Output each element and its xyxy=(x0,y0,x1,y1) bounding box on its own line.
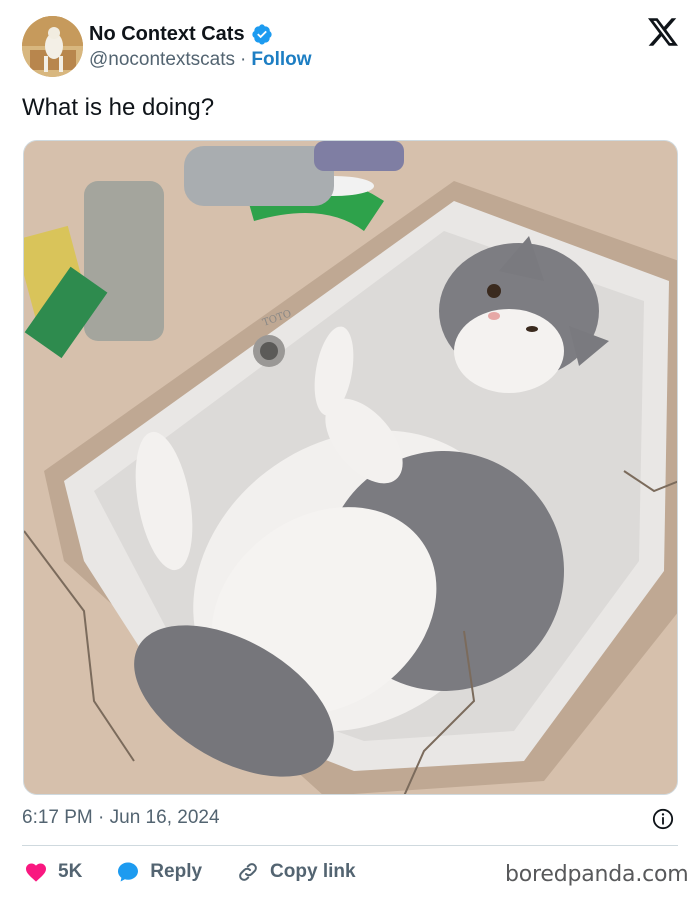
tweet-card: No Context Cats @nocontextscats · Follow… xyxy=(0,0,700,898)
reply-bubble-icon xyxy=(118,862,139,882)
author-name-row: No Context Cats xyxy=(89,22,273,46)
verified-badge-icon xyxy=(251,24,272,45)
avatar[interactable] xyxy=(22,16,83,77)
handle-separator: · xyxy=(240,49,247,70)
reply-button[interactable]: Reply xyxy=(116,860,202,884)
divider xyxy=(22,845,678,846)
link-icon xyxy=(239,863,257,881)
info-icon[interactable] xyxy=(652,808,674,830)
heart-icon xyxy=(26,863,46,882)
follow-button[interactable]: Follow xyxy=(251,49,311,71)
tweet-text: What is he doing? xyxy=(22,94,215,121)
boredpanda-watermark: boredpanda.com xyxy=(505,862,689,887)
copy-link-label: Copy link xyxy=(270,861,356,882)
avatar-cat-image xyxy=(22,16,83,77)
author-handle[interactable]: @nocontextscats xyxy=(89,49,235,71)
tweet-image[interactable]: TOTO xyxy=(23,140,678,795)
author-display-name[interactable]: No Context Cats xyxy=(89,23,245,46)
x-logo-icon[interactable] xyxy=(648,18,678,46)
tweet-timestamp[interactable]: 6:17 PM · Jun 16, 2024 xyxy=(22,807,220,829)
action-bar: 5K Reply Copy link xyxy=(24,859,390,885)
like-button[interactable]: 5K xyxy=(24,860,82,884)
like-count: 5K xyxy=(58,861,83,882)
copy-link-button[interactable]: Copy link xyxy=(236,860,356,884)
author-handle-row: @nocontextscats · Follow xyxy=(89,48,312,72)
cat-in-sink-photo: TOTO xyxy=(24,141,677,794)
reply-label: Reply xyxy=(150,861,203,882)
